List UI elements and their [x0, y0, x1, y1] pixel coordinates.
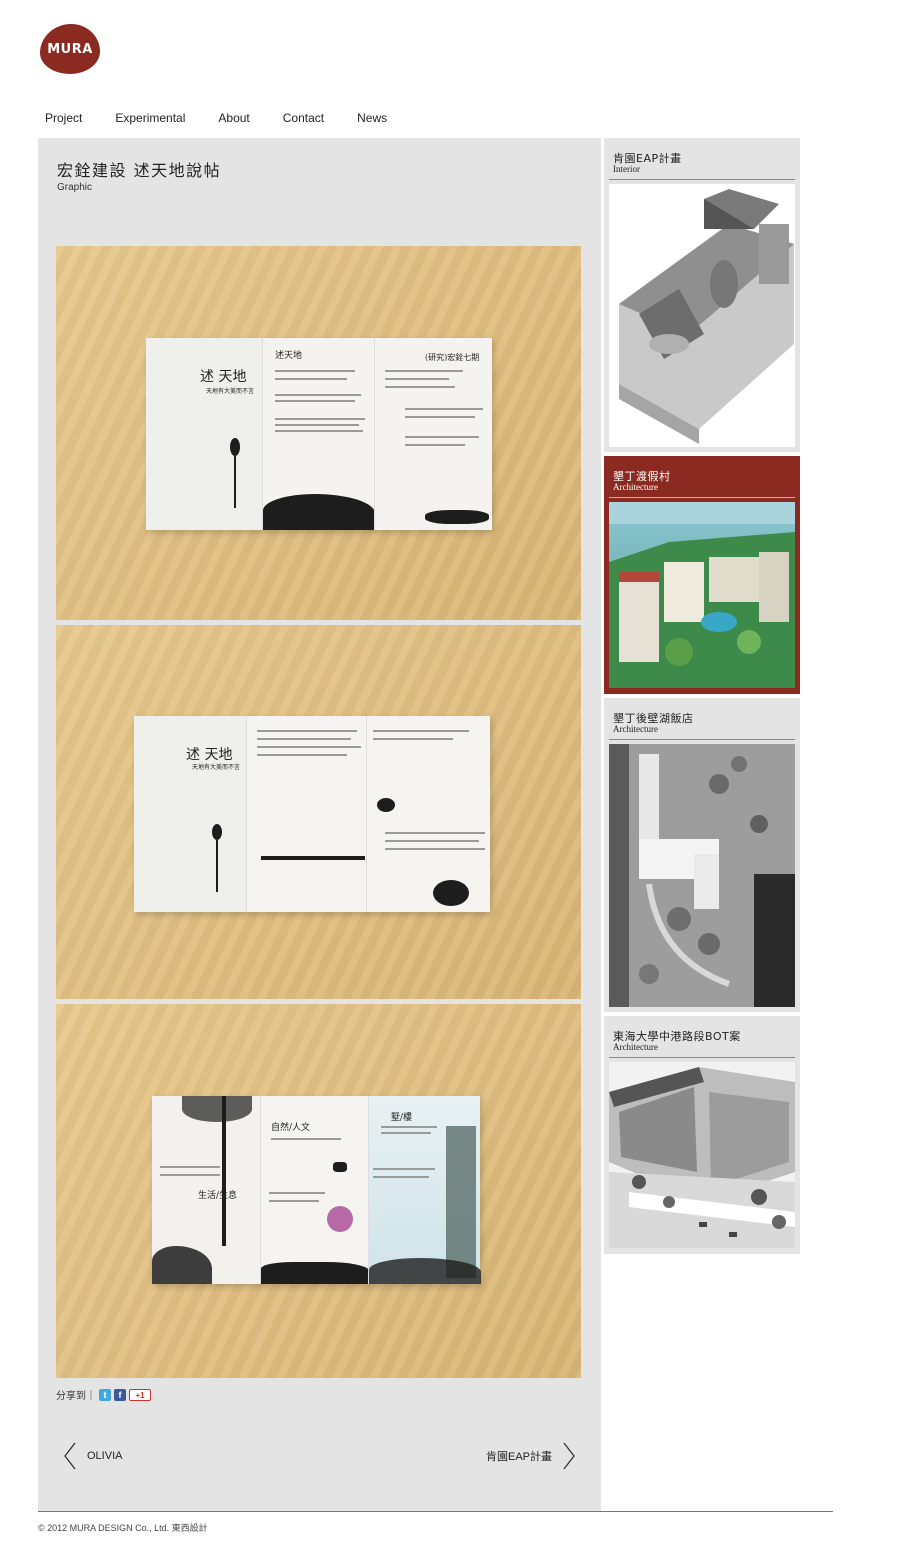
- brochure-leaf-right: (研究)宏銓七期: [374, 338, 492, 530]
- brochure-heading-middle: 自然/人文: [271, 1123, 311, 1133]
- flower-illustration: [327, 1206, 353, 1232]
- brochure-leaf-left: 述 天地 天地有大美而不言: [146, 338, 262, 530]
- mura-logo[interactable]: MURA: [40, 24, 100, 74]
- ink-landscape: [263, 494, 375, 530]
- brochure-leaf-middle: 述天地: [262, 338, 375, 530]
- brochure-spread-2: 述 天地 天地有大美而不言: [134, 716, 490, 912]
- nav-item-contact[interactable]: Contact: [283, 110, 324, 126]
- sidebar-card-kenyuan[interactable]: 肯園EAP計畫 Interior: [604, 138, 800, 452]
- share-label: 分享到｜: [56, 1391, 96, 1402]
- ink-leaves: [182, 1096, 252, 1122]
- sidebar-card-thumbnail: [609, 1062, 795, 1248]
- project-photo-2: 述 天地 天地有大美而不言: [56, 625, 581, 999]
- building-illustration: [446, 1126, 476, 1278]
- project-category: Graphic: [57, 182, 93, 193]
- ink-horizon: [261, 856, 365, 860]
- sidebar-card-thumbnail: [609, 184, 795, 447]
- sidebar-card-subtitle: Architecture: [613, 724, 658, 734]
- sidebar-card-kenting-resort[interactable]: 墾丁渡假村 Architecture: [604, 456, 800, 694]
- sidebar-card-tunghai-bot[interactable]: 東海大學中港路段BOT案 Architecture: [604, 1016, 800, 1254]
- nav-item-project[interactable]: Project: [45, 110, 82, 126]
- ink-crane: [230, 438, 240, 456]
- sidebar-card-thumbnail: [609, 744, 795, 1007]
- ink-flower: [377, 798, 395, 812]
- divider: [609, 1057, 795, 1058]
- interior-model-image: [609, 184, 795, 447]
- divider: [609, 179, 795, 180]
- right-title: (研究)宏銓七期: [425, 353, 480, 362]
- brochure-heading: 述 天地: [186, 747, 233, 763]
- project-photo-3: 生活/生息 自然/人文 墅/樓: [56, 1004, 581, 1378]
- ink-stroke: [216, 840, 218, 892]
- nav-item-about[interactable]: About: [218, 110, 249, 126]
- brochure-subheading: 天地有大美而不言: [206, 388, 255, 395]
- brochure-heading: 述 天地: [200, 369, 247, 385]
- brochure-heading-right: 墅/樓: [391, 1113, 413, 1123]
- chevron-left-icon: [64, 1442, 76, 1470]
- google-plus-icon[interactable]: +1: [129, 1388, 151, 1401]
- brochure-leaf-left: 生活/生息: [152, 1096, 260, 1284]
- project-photo-1: 述 天地 天地有大美而不言 述天地 (研究)宏銓七期: [56, 246, 581, 620]
- project-title: 宏銓建設 述天地說帖: [57, 161, 222, 180]
- sidebar-card-thumbnail: [609, 502, 795, 688]
- resort-aerial-image: [609, 502, 795, 688]
- ink-blossom: [433, 880, 469, 906]
- nav-item-news[interactable]: News: [357, 110, 387, 126]
- ink-deer: [333, 1162, 347, 1172]
- hotel-site-plan-image: [609, 744, 795, 1007]
- panel-title: 述天地: [275, 351, 303, 361]
- brochure-leaf-middle: 自然/人文: [260, 1096, 369, 1284]
- ink-trees: [369, 1258, 481, 1284]
- project-panel: 宏銓建設 述天地說帖 Graphic 述 天地 天地有大美而不言 述天地 (研究…: [38, 138, 601, 1511]
- share-bar: 分享到｜ t f +1: [56, 1387, 151, 1402]
- brochure-leaf-middle: [246, 716, 366, 912]
- sidebar-card-subtitle: Architecture: [613, 1042, 658, 1052]
- ink-rock: [152, 1246, 212, 1284]
- sidebar-card-subtitle: Architecture: [613, 482, 658, 492]
- logo-text: MURA: [47, 42, 93, 57]
- next-project-link[interactable]: 肯園EAP計畫: [486, 1441, 576, 1471]
- divider: [609, 739, 795, 740]
- ink-stroke: [234, 456, 236, 508]
- divider: [609, 497, 795, 498]
- brochure-heading-left: 生活/生息: [198, 1191, 238, 1201]
- ink-brush: [425, 510, 489, 524]
- ink-crane: [212, 824, 222, 840]
- footer-divider: [38, 1511, 833, 1512]
- sidebar-card-subtitle: Interior: [613, 164, 640, 174]
- next-project-label: 肯園EAP計畫: [485, 1451, 552, 1463]
- prev-project-link[interactable]: OLIVIA: [63, 1441, 122, 1471]
- prev-project-label: OLIVIA: [87, 1450, 123, 1462]
- chevron-right-icon: [563, 1442, 575, 1470]
- brochure-subheading: 天地有大美而不言: [192, 764, 241, 771]
- ink-ground: [261, 1262, 369, 1284]
- brochure-spread-3: 生活/生息 自然/人文 墅/樓: [152, 1096, 481, 1284]
- brochure-leaf-right: 墅/樓: [368, 1096, 481, 1284]
- sidebar-card-houbihu-hotel[interactable]: 墾丁後壁湖飯店 Architecture: [604, 698, 800, 1012]
- brochure-leaf-left: 述 天地 天地有大美而不言: [134, 716, 246, 912]
- campus-building-image: [609, 1062, 795, 1248]
- brochure-leaf-right: [366, 716, 490, 912]
- facebook-icon[interactable]: f: [114, 1388, 126, 1401]
- main-nav: Project Experimental About Contact News: [45, 110, 420, 126]
- footer-copyright: © 2012 MURA DESIGN Co., Ltd. 東西設計: [38, 1523, 208, 1533]
- brochure-spread-1: 述 天地 天地有大美而不言 述天地 (研究)宏銓七期: [146, 338, 492, 530]
- nav-item-experimental[interactable]: Experimental: [115, 110, 185, 126]
- twitter-icon[interactable]: t: [99, 1388, 111, 1401]
